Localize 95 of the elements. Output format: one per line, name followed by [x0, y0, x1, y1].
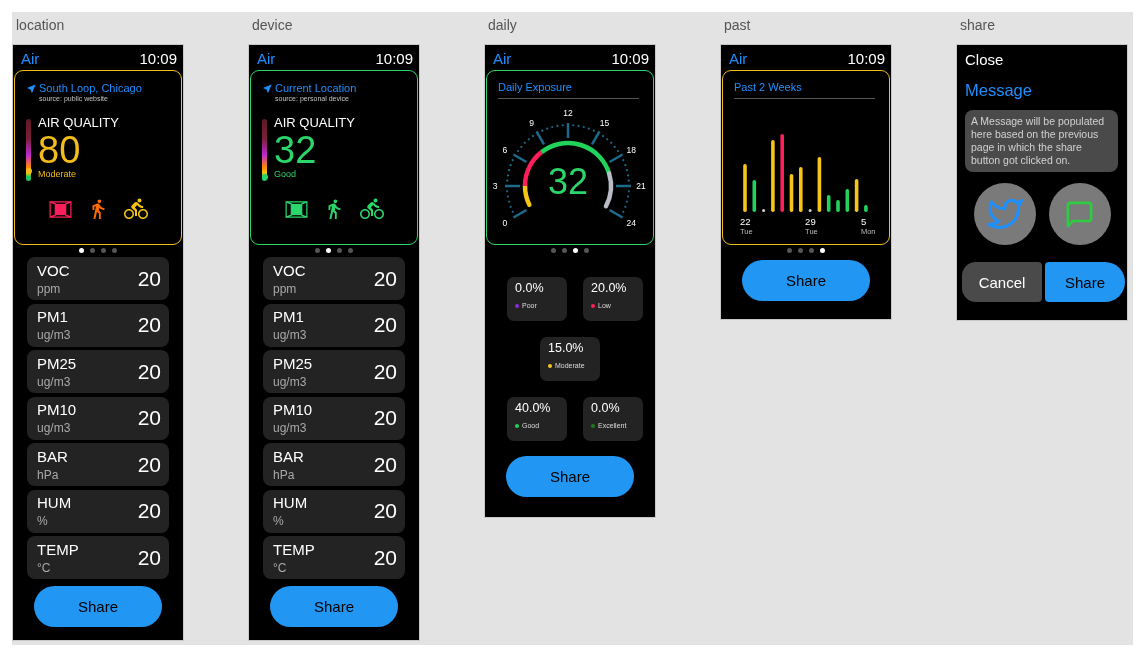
app-title: Air — [729, 50, 748, 68]
message-title: Message — [965, 80, 1032, 100]
dial-tick-label: 9 — [529, 117, 534, 128]
metric-value: 20 — [137, 499, 161, 523]
card-title: Past 2 Weeks — [734, 81, 802, 94]
metric-unit: ppm — [273, 281, 297, 296]
share-button[interactable]: Share — [270, 586, 398, 627]
clock-time: 10:09 — [847, 50, 885, 68]
aqi-value: 32 — [274, 131, 317, 169]
metric-name: VOC — [37, 261, 70, 279]
air-quality-heading: AIR QUALITY — [38, 115, 119, 130]
dial-tick-label: 21 — [636, 181, 646, 191]
share-button[interactable]: Share — [1045, 262, 1125, 302]
artboard-label: past — [724, 17, 751, 33]
metric-value: 20 — [373, 359, 397, 384]
metric-name: HUM — [273, 494, 308, 511]
clock-time: 10:09 — [139, 50, 177, 68]
app-title: Air — [21, 50, 40, 68]
metric-unit: °C — [273, 560, 287, 575]
close-button[interactable]: Close — [965, 51, 1004, 69]
metric-unit: % — [273, 514, 284, 528]
metric-name: PM1 — [37, 308, 68, 325]
metric-unit: ug/m3 — [37, 328, 71, 342]
app-title: Air — [493, 50, 512, 68]
exposure-percent: 0.0% — [515, 281, 544, 296]
metric-name: HUM — [37, 494, 72, 511]
metric-unit: hPa — [273, 467, 295, 482]
axis-day-label: 22 — [740, 216, 751, 227]
metric-name: PM1 — [273, 308, 304, 325]
location-arrow-icon — [26, 83, 37, 94]
metric-value: 20 — [137, 359, 161, 384]
metric-unit: ug/m3 — [273, 374, 307, 389]
metric-value: 20 — [373, 452, 397, 477]
share-button[interactable]: Share — [742, 260, 870, 301]
metric-name: VOC — [273, 261, 306, 279]
dial-tick-label: 3 — [492, 181, 498, 191]
metric-value: 20 — [373, 406, 397, 430]
location-arrow-icon — [262, 83, 273, 94]
dial-tick-label: 12 — [563, 108, 573, 118]
artboard-label: device — [252, 17, 293, 33]
metric-unit: ug/m3 — [37, 421, 71, 435]
metric-unit: ug/m3 — [37, 374, 71, 389]
exposure-percent: 40.0% — [515, 401, 551, 416]
metric-unit: hPa — [37, 467, 59, 482]
axis-day-label: 29 — [805, 216, 816, 227]
app-title: Air — [257, 50, 276, 68]
dial-tick-label: 0 — [502, 217, 508, 228]
metric-value: 20 — [137, 406, 161, 430]
metric-value: 20 — [137, 452, 161, 477]
metric-value: 20 — [137, 313, 161, 337]
exposure-percent: 0.0% — [591, 401, 620, 416]
metric-unit: ppm — [37, 281, 61, 296]
metric-unit: ug/m3 — [273, 328, 307, 342]
metric-name: TEMP — [273, 540, 315, 558]
metric-unit: ug/m3 — [273, 421, 307, 435]
share-button[interactable]: Share — [506, 456, 634, 497]
metric-name: BAR — [273, 447, 304, 465]
metric-unit: °C — [37, 560, 51, 575]
metric-name: BAR — [37, 447, 68, 465]
metric-value: 20 — [373, 499, 397, 523]
metric-name: PM25 — [37, 354, 77, 372]
metric-value: 20 — [373, 266, 397, 291]
clock-time: 10:09 — [375, 50, 413, 68]
metric-value: 20 — [373, 545, 397, 570]
location-name: South Loop, Chicago — [39, 82, 142, 95]
air-quality-heading: AIR QUALITY — [274, 115, 355, 130]
clock-time: 10:09 — [611, 50, 649, 68]
share-button[interactable]: Share — [34, 586, 162, 627]
artboard-label: share — [960, 17, 996, 33]
dial-tick-label: 18 — [626, 144, 636, 155]
aqi-value: 80 — [38, 131, 81, 169]
axis-day-label: 5 — [860, 216, 867, 227]
dial-tick-label: 6 — [502, 144, 508, 155]
message-box: A Message will be populated here based on the previous page in which the share button got clicked on. — [965, 110, 1118, 172]
metric-value: 20 — [137, 545, 161, 570]
exposure-percent: 20.0% — [591, 281, 627, 296]
dial-tick-label: 15 — [599, 117, 610, 128]
metric-value: 20 — [137, 266, 161, 291]
metric-unit: % — [37, 514, 48, 528]
metric-name: PM10 — [273, 401, 313, 418]
artboard-label: location — [16, 17, 65, 33]
exposure-percent: 15.0% — [548, 341, 584, 356]
location-name: Current Location — [275, 82, 357, 95]
metric-name: PM25 — [273, 354, 313, 372]
cancel-button[interactable]: Cancel — [962, 262, 1042, 302]
metric-value: 20 — [373, 313, 397, 337]
metric-name: TEMP — [37, 540, 79, 558]
artboard-label: daily — [488, 17, 517, 33]
exposure-value: 32 — [548, 161, 588, 202]
aqi-rating: Moderate — [38, 169, 77, 180]
aqi-rating: Good — [274, 169, 297, 180]
metric-name: PM10 — [37, 401, 77, 418]
bird-icon — [986, 196, 1023, 232]
dial-tick-label: 24 — [626, 217, 636, 228]
card-title: Daily Exposure — [498, 81, 572, 94]
